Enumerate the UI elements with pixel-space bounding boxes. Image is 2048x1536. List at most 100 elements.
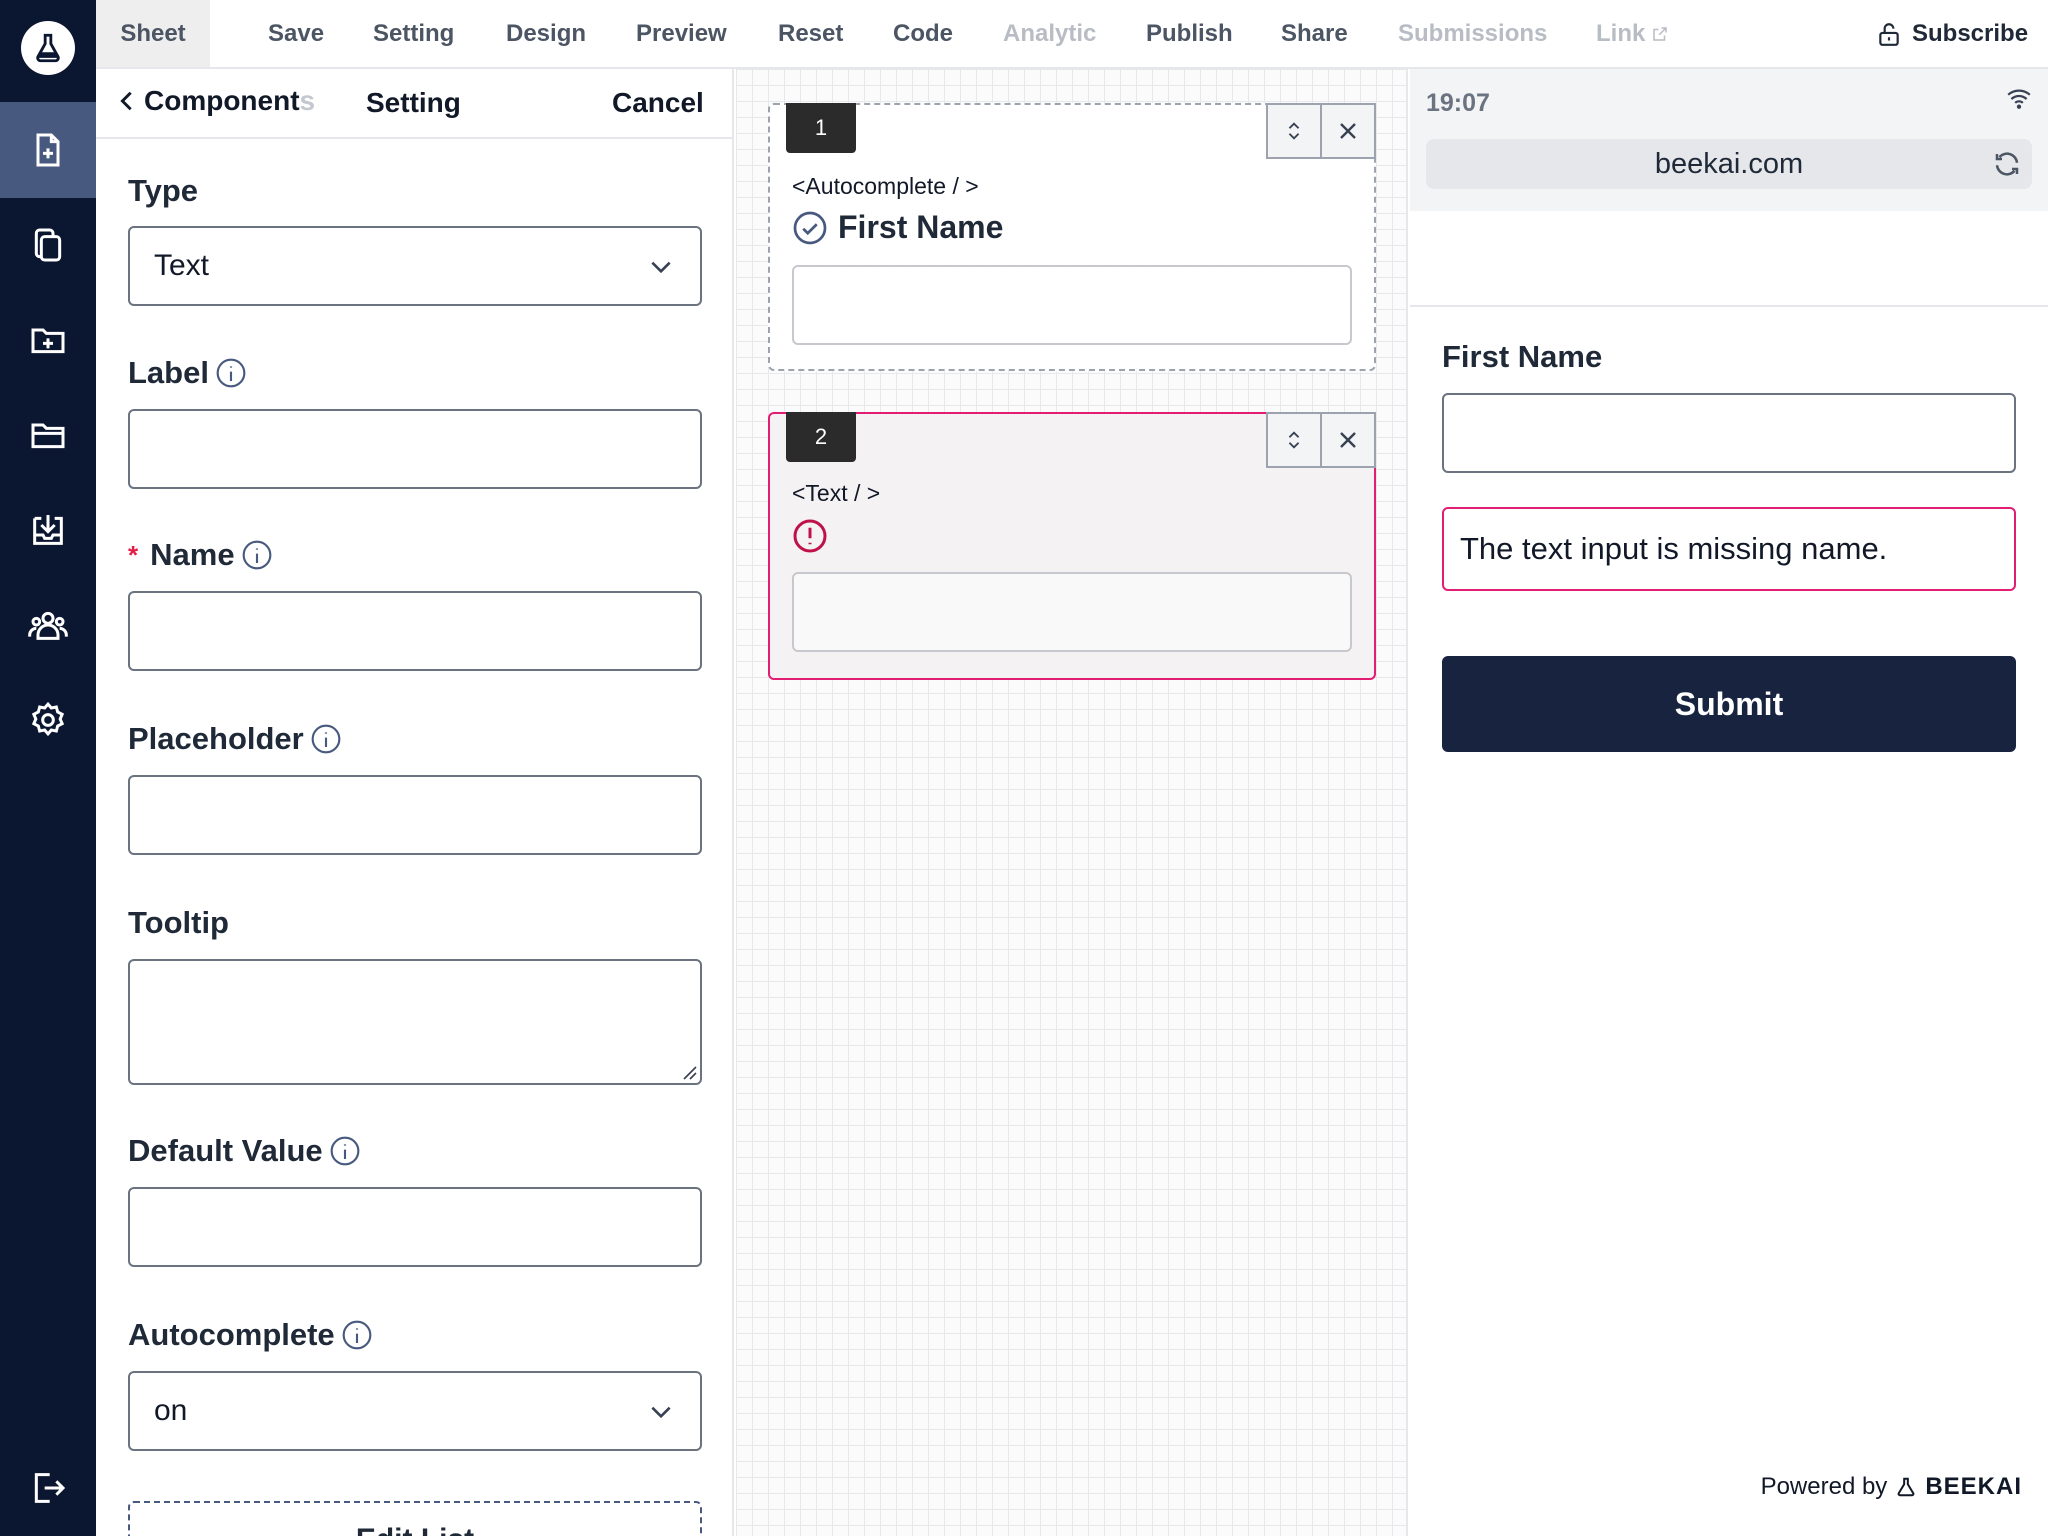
autocomplete-field-label-text: Autocomplete [128, 1317, 335, 1352]
required-mark: * [128, 539, 139, 570]
divider [1410, 305, 2048, 307]
info-icon[interactable] [215, 357, 247, 389]
card-field-title: First Name [792, 209, 1003, 246]
logo-icon[interactable] [21, 21, 75, 75]
preview-field-label: First Name [1442, 339, 1603, 374]
drag-handle-button[interactable] [1266, 412, 1322, 468]
tooltip-textarea[interactable] [128, 959, 702, 1085]
info-icon[interactable] [310, 723, 342, 755]
card-input-preview [792, 265, 1352, 345]
delete-card-button[interactable] [1320, 103, 1376, 159]
back-label: Component [144, 85, 300, 116]
card-controls [1266, 103, 1376, 159]
chevron-left-icon [120, 91, 132, 111]
type-select-value: Text [154, 249, 210, 282]
form-canvas: 1 <Autocomplete / > First Name 2 <Text / [736, 69, 1408, 1536]
placeholder-field-label: Placeholder [128, 721, 342, 757]
autocomplete-select[interactable]: on [128, 1371, 702, 1451]
card-controls [1266, 412, 1376, 468]
name-input[interactable] [128, 591, 702, 671]
default-value-field-label-text: Default Value [128, 1133, 323, 1168]
sort-icon [1288, 431, 1300, 449]
cancel-button[interactable]: Cancel [612, 87, 704, 119]
info-icon[interactable] [241, 539, 273, 571]
autocomplete-select-value: on [154, 1394, 188, 1427]
flask-icon [1897, 1477, 1915, 1497]
mobile-preview: 19:07 beekai.com First Name The text inp… [1410, 69, 2048, 1536]
new-folder-icon[interactable] [0, 292, 96, 388]
submit-button[interactable]: Submit [1442, 656, 2016, 752]
subscribe-label: Subscribe [1912, 19, 2029, 47]
drag-handle-button[interactable] [1266, 103, 1322, 159]
edit-list-button[interactable]: Edit List [128, 1501, 702, 1536]
menu-setting-label: Setting [373, 19, 455, 47]
copy-icon[interactable] [0, 197, 96, 293]
resize-handle-icon[interactable] [680, 1063, 698, 1081]
chevron-down-icon [651, 261, 671, 274]
card-component-tag: <Text / > [792, 480, 881, 506]
default-value-input[interactable] [128, 1187, 702, 1267]
canvas-card-text[interactable]: 2 <Text / > [768, 412, 1376, 680]
settings-header: Components Setting Cancel [96, 69, 732, 139]
phone-status-bar: 19:07 beekai.com [1410, 69, 2048, 211]
type-label: Type [128, 173, 198, 209]
settings-panel: Components Setting Cancel Type Text Labe… [96, 69, 734, 1536]
info-icon[interactable] [329, 1135, 361, 1167]
error-circle-icon [793, 519, 827, 553]
brand-name: BEEKAI [1925, 1473, 2022, 1500]
chevron-down-icon [651, 1406, 671, 1419]
users-icon[interactable] [0, 577, 96, 673]
download-icon[interactable] [0, 482, 96, 578]
logout-icon[interactable] [0, 1440, 96, 1536]
menu-link[interactable]: Link [1596, 0, 1669, 67]
wifi-icon [2007, 89, 2031, 109]
tooltip-field-label-text: Tooltip [128, 905, 229, 940]
default-value-field-label: Default Value [128, 1133, 361, 1169]
delete-card-button[interactable] [1320, 412, 1376, 468]
card-number: 2 [786, 412, 856, 462]
preview-error-message: The text input is missing name. [1442, 507, 2016, 591]
preview-first-name-input[interactable] [1442, 393, 2016, 473]
folder-icon[interactable] [0, 387, 96, 483]
url-bar[interactable]: beekai.com [1426, 139, 2032, 189]
type-label-text: Type [128, 173, 199, 208]
label-input[interactable] [128, 409, 702, 489]
menu-sheet[interactable]: Sheet [96, 0, 210, 67]
new-file-icon[interactable] [0, 102, 96, 198]
status-time: 19:07 [1426, 89, 1490, 117]
menu-setting[interactable]: Setting [373, 0, 454, 67]
menu-share[interactable]: Share [1281, 0, 1348, 67]
card-number: 1 [786, 103, 856, 153]
menu-publish-label: Publish [1146, 19, 1233, 47]
card-input-preview [792, 572, 1352, 652]
menu-design[interactable]: Design [506, 0, 586, 67]
icon-rail [0, 0, 96, 1536]
back-label-fade: s [299, 85, 316, 116]
placeholder-field-label-text: Placeholder [128, 721, 304, 756]
canvas-card-autocomplete[interactable]: 1 <Autocomplete / > First Name [768, 103, 1376, 371]
label-field-label: Label [128, 355, 247, 391]
menu-publish[interactable]: Publish [1146, 0, 1233, 67]
subscribe-button[interactable]: Subscribe [1876, 0, 2028, 67]
card-field-title-text: First Name [838, 209, 1004, 245]
menu-analytic-label: Analytic [1003, 19, 1097, 47]
placeholder-input[interactable] [128, 775, 702, 855]
type-select[interactable]: Text [128, 226, 702, 306]
menu-share-label: Share [1281, 19, 1348, 47]
gear-icon[interactable] [0, 672, 96, 768]
card-field-title [792, 518, 838, 554]
menu-submissions[interactable]: Submissions [1398, 0, 1547, 67]
menu-code[interactable]: Code [893, 0, 953, 67]
external-link-icon [1653, 26, 1668, 41]
menu-analytic[interactable]: Analytic [1003, 0, 1096, 67]
menu-save-label: Save [268, 19, 325, 47]
menu-preview[interactable]: Preview [636, 0, 727, 67]
back-to-components-button[interactable]: Components [116, 85, 315, 117]
powered-by[interactable]: Powered by BEEKAI [1761, 1473, 2022, 1501]
reload-icon[interactable] [1992, 149, 2022, 179]
powered-by-text: Powered by [1760, 1473, 1888, 1500]
info-icon[interactable] [341, 1319, 373, 1351]
menu-save[interactable]: Save [268, 0, 324, 67]
top-menu-bar: Sheet Save Setting Design Preview Reset … [96, 0, 2048, 69]
menu-reset[interactable]: Reset [778, 0, 843, 67]
